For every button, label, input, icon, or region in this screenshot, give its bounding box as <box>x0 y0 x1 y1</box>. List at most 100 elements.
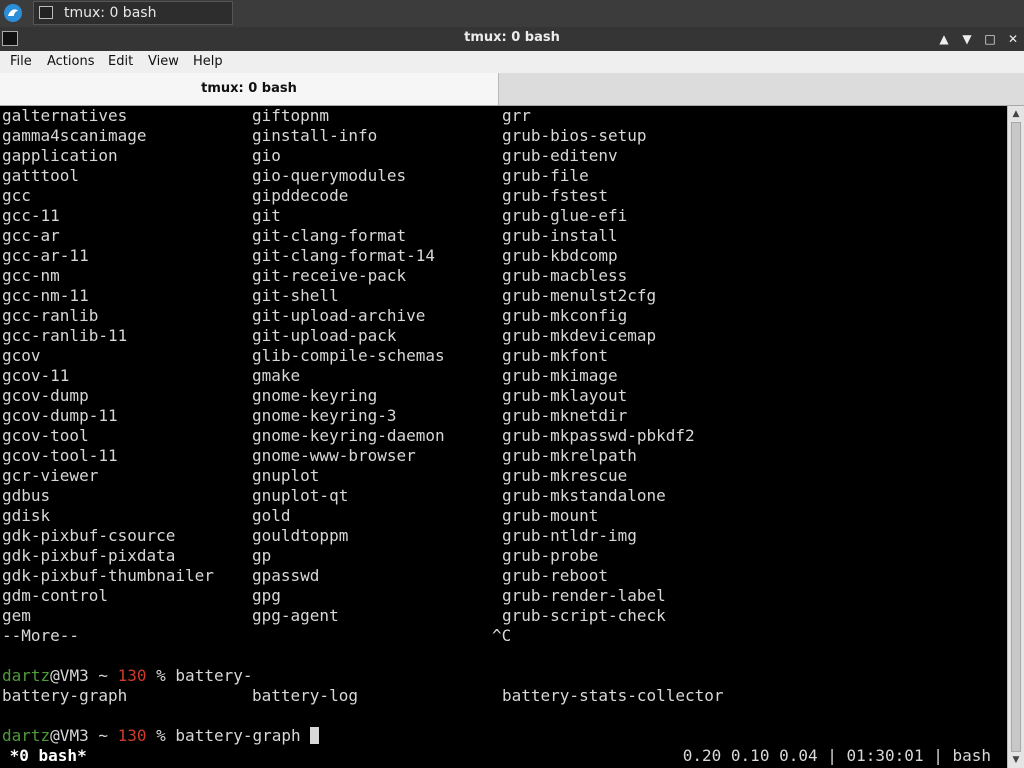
command-name: grub-mkstandalone <box>502 486 666 505</box>
prompt-host: @VM3 ~ <box>50 666 118 685</box>
command-name: grub-kbdcomp <box>502 246 618 265</box>
scroll-up-icon[interactable]: ▲ <box>1008 106 1024 122</box>
menu-view[interactable]: View <box>148 54 179 69</box>
desktop-panel: tmux: 0 bash <box>0 0 1024 27</box>
minimize-icon[interactable]: ▼ <box>958 30 976 48</box>
command-name: gcc-ranlib <box>2 306 99 325</box>
command-name: gcc-11 <box>2 206 60 225</box>
keep-above-icon[interactable]: ▲ <box>935 30 953 48</box>
command-name: gcc-ar-11 <box>2 246 89 265</box>
interrupt-text: ^C <box>492 626 512 645</box>
command-name: grr <box>502 106 531 125</box>
command-name: gnome-keyring <box>252 386 378 405</box>
close-icon[interactable]: ✕ <box>1004 30 1022 48</box>
command-name: git-clang-format-14 <box>252 246 436 265</box>
tmux-window-list[interactable]: *0 bash* <box>0 746 87 766</box>
menu-file[interactable]: File <box>10 54 32 69</box>
command-name: grub-script-check <box>502 606 666 625</box>
prompt-exit-code: 130 <box>117 726 147 745</box>
command-name: gdbus <box>2 486 51 505</box>
command-name: gpg-agent <box>252 606 339 625</box>
command-name: grub-file <box>502 166 589 185</box>
command-name: gdk-pixbuf-csource <box>2 526 176 545</box>
command-name: gipddecode <box>252 186 349 205</box>
terminal-scrollbar[interactable]: ▲ ▼ <box>1007 106 1024 768</box>
command-name: gcov-tool <box>2 426 89 445</box>
tab-tmux[interactable]: tmux: 0 bash <box>0 73 499 105</box>
command-name: grub-macbless <box>502 266 628 285</box>
completion-item: battery-stats-collector <box>502 686 724 705</box>
command-name: grub-reboot <box>502 566 608 585</box>
command-name: gem <box>2 606 31 625</box>
terminal-output[interactable]: gem gpg-agent grub-script-check gdm-control… <box>0 106 1007 768</box>
prompt-host: @VM3 ~ <box>50 726 118 745</box>
tmux-status-bar: *0 bash* 0.20 0.10 0.04 | 01:30:01 | bas… <box>0 746 1005 766</box>
menubar: File Actions Edit View Help <box>0 51 1024 74</box>
taskbar-button-terminal[interactable]: tmux: 0 bash <box>33 1 233 25</box>
prompt-command-input[interactable]: battery-graph <box>175 726 310 745</box>
command-name: gcov-11 <box>2 366 70 385</box>
command-name: grub-mkpasswd-pbkdf2 <box>502 426 695 445</box>
command-name: git-clang-format <box>252 226 407 245</box>
prompt-user: dartz <box>2 726 51 745</box>
command-name: gnome-keyring-3 <box>252 406 397 425</box>
command-name: grub-menulst2cfg <box>502 286 657 305</box>
prompt-command: battery- <box>175 666 253 685</box>
tmux-status-right: 0.20 0.10 0.04 | 01:30:01 | bash <box>682 746 991 765</box>
command-name: glib-compile-schemas <box>252 346 445 365</box>
command-name: gcc-nm <box>2 266 60 285</box>
command-name: grub-mkrelpath <box>502 446 637 465</box>
command-name: gp <box>252 546 272 565</box>
command-name: gdk-pixbuf-pixdata <box>2 546 176 565</box>
command-name: grub-probe <box>502 546 599 565</box>
completion-line: battery-graph battery-log battery-stats-… <box>2 686 724 706</box>
command-name: gcc-nm-11 <box>2 286 89 305</box>
command-name: grub-mount <box>502 506 599 525</box>
command-name: git-upload-pack <box>252 326 397 345</box>
command-name: gcov-dump <box>2 386 89 405</box>
command-name: grub-editenv <box>502 146 618 165</box>
prompt-user: dartz <box>2 666 51 685</box>
command-name: grub-render-label <box>502 586 666 605</box>
command-name: gcc <box>2 186 31 205</box>
prompt-symbol: % <box>146 726 176 745</box>
command-name: grub-install <box>502 226 618 245</box>
command-name: git-shell <box>252 286 339 305</box>
command-name: gio <box>252 146 281 165</box>
command-name: gio-querymodules <box>252 166 407 185</box>
command-name: gnuplot-qt <box>252 486 349 505</box>
command-name: grub-fstest <box>502 186 608 205</box>
start-menu-icon[interactable] <box>3 3 23 23</box>
completion-item: battery-log <box>252 686 358 705</box>
window-titlebar: tmux: 0 bash ▲ ▼ □ ✕ <box>0 27 1024 51</box>
command-name: gmake <box>252 366 301 385</box>
command-name: gnome-www-browser <box>252 446 416 465</box>
terminal-icon <box>39 6 53 19</box>
scroll-down-icon[interactable]: ▼ <box>1008 752 1024 768</box>
command-name: grub-mklayout <box>502 386 628 405</box>
scrollbar-thumb[interactable] <box>1011 122 1021 752</box>
command-name: gpasswd <box>252 566 320 585</box>
more-prompt: --More-- <box>2 626 80 645</box>
text-cursor <box>310 727 320 744</box>
more-line: --More-- ^C <box>2 626 511 646</box>
menu-actions[interactable]: Actions <box>47 54 95 69</box>
command-name: gouldtoppm <box>252 526 349 545</box>
command-name: gnuplot <box>252 466 320 485</box>
command-name: grub-mkdevicemap <box>502 326 657 345</box>
taskbar-button-label: tmux: 0 bash <box>64 5 157 21</box>
menu-help[interactable]: Help <box>193 54 223 69</box>
menu-edit[interactable]: Edit <box>108 54 133 69</box>
command-name: gapplication <box>2 146 118 165</box>
command-name: gdm-control <box>2 586 108 605</box>
command-name: git-receive-pack <box>252 266 407 285</box>
command-name: grub-glue-efi <box>502 206 628 225</box>
command-name: gcov-dump-11 <box>2 406 118 425</box>
command-name: gatttool <box>2 166 80 185</box>
maximize-icon[interactable]: □ <box>981 30 999 48</box>
command-name: giftopnm <box>252 106 330 125</box>
prompt-line-current[interactable]: dartz@VM3 ~ 130 % battery-graph <box>2 726 320 746</box>
command-name: gdisk <box>2 506 51 525</box>
command-name: grub-mknetdir <box>502 406 628 425</box>
command-name: grub-mkimage <box>502 366 618 385</box>
